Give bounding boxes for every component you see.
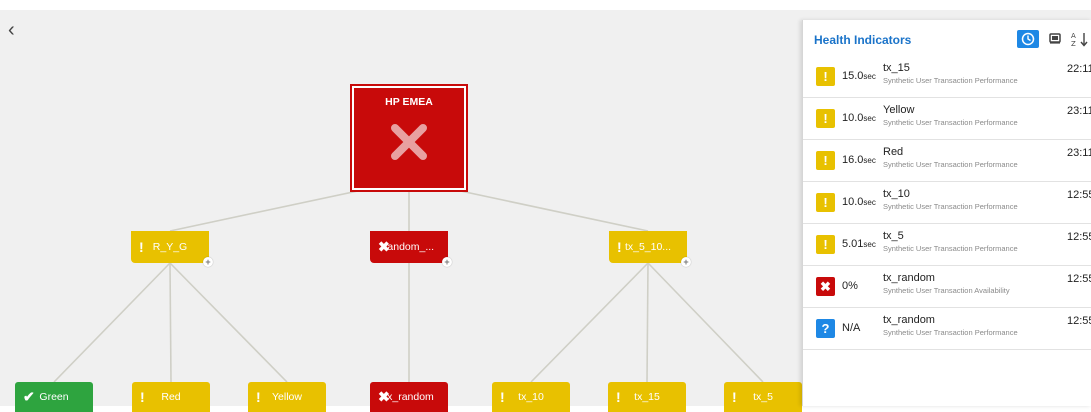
leaf-node-label: Yellow (272, 391, 302, 403)
indicator-time: 12:55 (1067, 315, 1091, 327)
topology-edge (646, 262, 649, 383)
expand-plus-icon[interactable]: + (681, 257, 691, 267)
indicator-value: 0% (842, 280, 858, 292)
health-indicator-row[interactable]: ! 10.0sec Yellow Synthetic User Transaction… (803, 98, 1091, 140)
indicator-name: tx_random (883, 314, 935, 326)
indicator-time: 23:11 (1067, 105, 1091, 117)
health-indicator-row[interactable]: ✖ 0% tx_random Synthetic User Transaction A… (803, 266, 1091, 308)
indicator-value-number: 15.0 (842, 70, 864, 82)
filter-icon[interactable] (1047, 30, 1063, 48)
topology-edge (647, 262, 764, 383)
group-node-label: tx_5_10... (624, 241, 672, 253)
indicator-description: Synthetic User Transaction Availability (883, 286, 1010, 295)
question-icon: ? (816, 319, 835, 338)
exclamation-icon: ! (816, 151, 835, 170)
leaf-node-tx-15[interactable]: ! tx_15 (608, 382, 686, 412)
group-node-tx-5-10-[interactable]: ! tx_5_10... + (609, 231, 691, 267)
leaf-node-label: tx_10 (518, 391, 544, 403)
leaf-node-label: tx_15 (634, 391, 660, 403)
indicator-description: Synthetic User Transaction Performance (883, 328, 1018, 337)
indicator-description: Synthetic User Transaction Performance (883, 76, 1018, 85)
indicator-value: N/A (842, 322, 860, 334)
health-indicator-row[interactable]: ! 10.0sec tx_10 Synthetic User Transaction … (803, 182, 1091, 224)
indicator-value-unit: sec (863, 198, 876, 207)
indicator-value-unit: sec (863, 240, 876, 249)
indicator-value-unit: sec (863, 114, 876, 123)
exclamation-icon: ! (816, 193, 835, 212)
indicator-value-number: 5.01 (842, 238, 864, 250)
panel-title: Health Indicators (814, 33, 912, 47)
health-indicator-row[interactable]: ! 15.0sec tx_15 Synthetic User Transaction … (803, 56, 1091, 98)
health-indicators-panel: Health Indicators A Z ! 15.0sec tx_15 Synth… (802, 20, 1091, 406)
indicator-value: 15.0sec (842, 70, 876, 82)
indicator-value-number: N/A (842, 322, 861, 334)
x-mark-icon: ✖ (816, 277, 835, 296)
root-node-hp-emea[interactable]: HP EMEA (350, 84, 468, 192)
indicator-value: 16.0sec (842, 154, 876, 166)
indicator-description: Synthetic User Transaction Performance (883, 118, 1018, 127)
leaf-node-tx-5[interactable]: ! tx_5 (724, 382, 802, 412)
indicator-time: 12:55 (1067, 231, 1091, 243)
indicator-name: Yellow (883, 104, 915, 116)
sort-az-icon[interactable]: A Z (1070, 30, 1090, 48)
leaf-node-tx-random[interactable]: ✖ tx_random (370, 382, 448, 412)
indicator-time: 12:55 (1067, 273, 1091, 285)
topology-edge (169, 262, 172, 383)
leaf-node-tx-10[interactable]: ! tx_10 (492, 382, 570, 412)
group-node-random-[interactable]: ✖ random_... + (370, 231, 452, 267)
indicator-value: 5.01sec (842, 238, 876, 250)
indicator-value-number: 10.0 (842, 112, 864, 124)
leaf-node-label: tx_5 (753, 391, 773, 403)
indicator-name: tx_random (883, 272, 935, 284)
back-chevron-icon[interactable]: ‹ (8, 20, 15, 40)
indicator-name: tx_15 (883, 62, 910, 74)
indicator-value: 10.0sec (842, 112, 876, 124)
indicator-description: Synthetic User Transaction Performance (883, 160, 1018, 169)
leaf-node-label: Red (161, 391, 181, 403)
leaf-node-yellow[interactable]: ! Yellow (248, 382, 326, 412)
topology-edge (530, 262, 649, 383)
indicator-value-number: 0% (842, 280, 858, 292)
leaf-node-label: Green (39, 391, 69, 403)
health-indicator-row[interactable]: ? N/A tx_random Synthetic User Transaction … (803, 308, 1091, 350)
indicator-description: Synthetic User Transaction Performance (883, 244, 1018, 253)
health-indicator-row[interactable]: ! 16.0sec Red Synthetic User Transaction Pe… (803, 140, 1091, 182)
group-node-r-y-g[interactable]: ! R_Y_G + (131, 231, 213, 267)
indicator-value-unit: sec (863, 156, 876, 165)
exclamation-icon: ! (816, 67, 835, 86)
expand-plus-icon[interactable]: + (442, 257, 452, 267)
indicator-name: tx_10 (883, 188, 910, 200)
indicator-value-unit: sec (863, 72, 876, 81)
leaf-node-green[interactable]: ✔ Green (15, 382, 93, 412)
group-node-label: random_... (383, 241, 435, 253)
indicator-value-number: 16.0 (842, 154, 864, 166)
indicator-name: tx_5 (883, 230, 904, 242)
expand-plus-icon[interactable]: + (203, 257, 213, 267)
indicator-name: Red (883, 146, 904, 158)
panel-header: Health Indicators A Z (803, 20, 1091, 57)
exclamation-icon: ! (816, 235, 835, 254)
indicator-description: Synthetic User Transaction Performance (883, 202, 1018, 211)
indicator-time: 22:11 (1067, 63, 1091, 75)
svg-text:Z: Z (1071, 40, 1076, 48)
indicator-time: 12:55 (1067, 189, 1091, 201)
indicator-value-number: 10.0 (842, 196, 864, 208)
svg-text:A: A (1071, 32, 1076, 40)
root-node-label: HP EMEA (385, 96, 433, 108)
topology-edge (53, 262, 171, 383)
leaf-node-label: tx_random (384, 391, 434, 403)
topology-edge (169, 262, 288, 383)
x-mark-icon (391, 124, 427, 160)
leaf-node-red[interactable]: ! Red (132, 382, 210, 412)
exclamation-icon: ! (816, 109, 835, 128)
indicator-time: 23:11 (1067, 147, 1091, 159)
health-indicator-row[interactable]: ! 5.01sec tx_5 Synthetic User Transaction P… (803, 224, 1091, 266)
group-node-label: R_Y_G (152, 241, 188, 253)
indicator-value: 10.0sec (842, 196, 876, 208)
clock-icon[interactable] (1017, 30, 1039, 48)
